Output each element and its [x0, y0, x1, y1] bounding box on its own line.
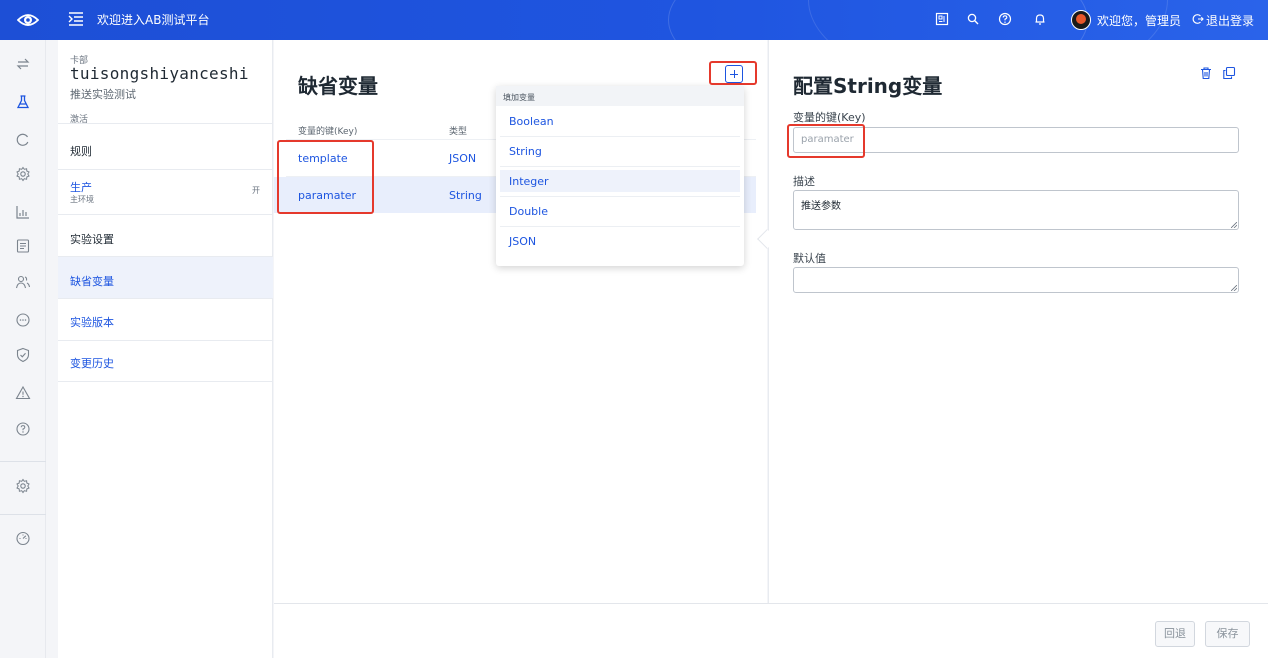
highlight-box — [277, 140, 374, 214]
default-value-label: 默认值 — [793, 252, 826, 265]
layout-icon[interactable] — [935, 12, 949, 26]
column-header-key: 变量的键(Key) — [298, 127, 358, 137]
flask-icon[interactable] — [15, 94, 31, 110]
env-subtitle: 主环境 — [70, 195, 94, 204]
dashboard-icon[interactable] — [15, 530, 31, 546]
highlight-box — [709, 61, 757, 85]
bar-chart-icon[interactable] — [15, 204, 31, 220]
add-variable-dropdown: 填加变量 Boolean String Integer Double JSON — [496, 86, 744, 266]
logout-link[interactable]: 退出登录 — [1206, 12, 1254, 29]
project-description: 推送实验测试 — [70, 88, 136, 101]
nav-history-label: 变更历史 — [70, 357, 114, 370]
variable-type: JSON — [449, 152, 477, 165]
dropdown-header: 填加变量 — [496, 86, 744, 106]
swap-icon[interactable] — [15, 56, 31, 72]
nav-versions-label: 实验版本 — [70, 316, 114, 329]
nav-experiment-settings[interactable]: 实验设置 — [58, 214, 273, 256]
top-bar: 欢迎进入AB测试平台 欢迎您，管理员 退出登录 — [0, 0, 1268, 40]
nav-default-variables[interactable]: 缺省变量 — [58, 256, 273, 298]
nav-change-history[interactable]: 变更历史 — [58, 340, 273, 382]
avatar[interactable] — [1071, 10, 1091, 30]
dropdown-option-json[interactable]: JSON — [500, 230, 740, 252]
description-label: 描述 — [793, 175, 815, 188]
warning-icon[interactable] — [15, 385, 31, 401]
nav-rules-label: 规则 — [70, 145, 92, 158]
save-button[interactable]: 保存 — [1205, 621, 1250, 647]
copy-icon[interactable] — [1222, 66, 1236, 80]
list-icon[interactable] — [15, 238, 31, 254]
help-icon[interactable] — [998, 12, 1012, 26]
shield-icon[interactable] — [15, 347, 31, 363]
page-title: 缺省变量 — [298, 74, 378, 98]
resize-grip-icon[interactable] — [1231, 285, 1237, 291]
nav-rules[interactable]: 规则 — [58, 123, 273, 169]
default-value-textarea[interactable] — [793, 267, 1239, 293]
refresh-icon[interactable] — [15, 132, 31, 148]
highlight-box — [787, 124, 865, 158]
description-value: 推送参数 — [801, 201, 841, 212]
platform-title: 欢迎进入AB测试平台 — [97, 13, 210, 27]
users-icon[interactable] — [15, 274, 31, 290]
gear-icon[interactable] — [15, 166, 31, 182]
dropdown-option-double[interactable]: Double — [500, 200, 740, 222]
key-label: 变量的键(Key) — [793, 111, 866, 124]
env-status: 开 — [252, 186, 260, 195]
footer-bar: 回退 保存 — [274, 603, 1268, 658]
menu-fold-icon[interactable] — [68, 11, 84, 27]
env-name: 生产 — [70, 181, 92, 194]
trash-icon[interactable] — [1199, 66, 1213, 80]
icon-rail — [0, 40, 46, 658]
dropdown-option-boolean[interactable]: Boolean — [500, 110, 740, 132]
logout-icon[interactable] — [1192, 13, 1204, 25]
bell-icon[interactable] — [1033, 12, 1047, 26]
nav-settings-label: 实验设置 — [70, 233, 114, 246]
description-textarea[interactable]: 推送参数 — [793, 190, 1239, 230]
project-name: tuisongshiyanceshi — [70, 64, 249, 83]
settings-icon[interactable] — [15, 478, 31, 494]
nav-experiment-versions[interactable]: 实验版本 — [58, 298, 273, 340]
help-circle-icon[interactable] — [15, 421, 31, 437]
dropdown-option-integer[interactable]: Integer — [500, 170, 740, 192]
resize-grip-icon[interactable] — [1231, 222, 1237, 228]
search-icon[interactable] — [966, 12, 980, 26]
chat-icon[interactable] — [15, 312, 31, 328]
project-sidebar: 卡部 tuisongshiyanceshi 推送实验测试 激活 规则 生产 主环… — [58, 40, 273, 658]
config-title: 配置String变量 — [793, 74, 943, 98]
nav-defaults-label: 缺省变量 — [70, 275, 114, 288]
dropdown-option-string[interactable]: String — [500, 140, 740, 162]
variable-type: String — [449, 189, 482, 202]
nav-env-production[interactable]: 生产 主环境 开 — [58, 169, 273, 214]
eye-logo-icon[interactable] — [17, 10, 39, 30]
column-header-type: 类型 — [449, 127, 468, 137]
revert-button[interactable]: 回退 — [1155, 621, 1195, 647]
welcome-text[interactable]: 欢迎您，管理员 — [1097, 12, 1181, 29]
